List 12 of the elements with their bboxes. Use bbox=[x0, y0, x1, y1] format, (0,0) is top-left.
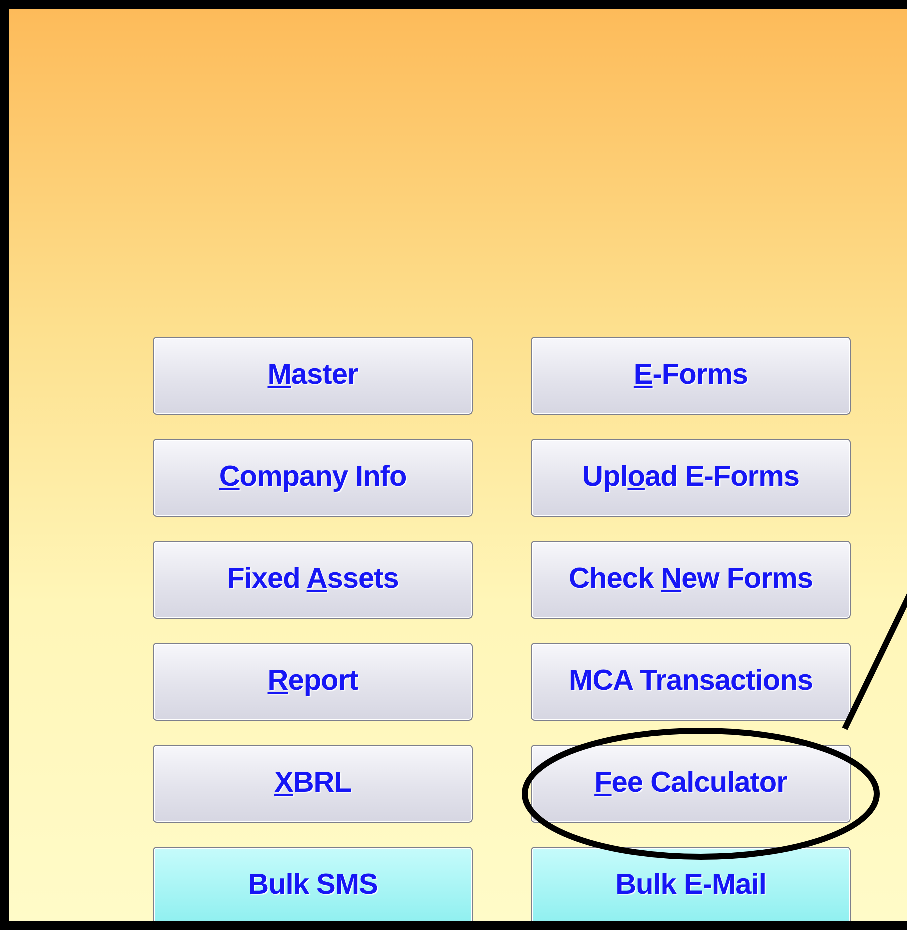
menu-button[interactable]: Check New Forms bbox=[531, 541, 851, 619]
menu-button[interactable]: Fee Calculator bbox=[531, 745, 851, 823]
menu-button[interactable]: Master bbox=[153, 337, 473, 415]
menu-button[interactable]: MCA Transactions bbox=[531, 643, 851, 721]
menu-button[interactable]: Bulk SMS bbox=[153, 847, 473, 921]
menu-button[interactable]: Bulk E-Mail bbox=[531, 847, 851, 921]
menu-button[interactable]: XBRL bbox=[153, 745, 473, 823]
menu-button[interactable]: E-Forms bbox=[531, 337, 851, 415]
menu-button[interactable]: Fixed Assets bbox=[153, 541, 473, 619]
menu-button[interactable]: Company Info bbox=[153, 439, 473, 517]
menu-button[interactable]: Report bbox=[153, 643, 473, 721]
menu-button[interactable]: Upload E-Forms bbox=[531, 439, 851, 517]
